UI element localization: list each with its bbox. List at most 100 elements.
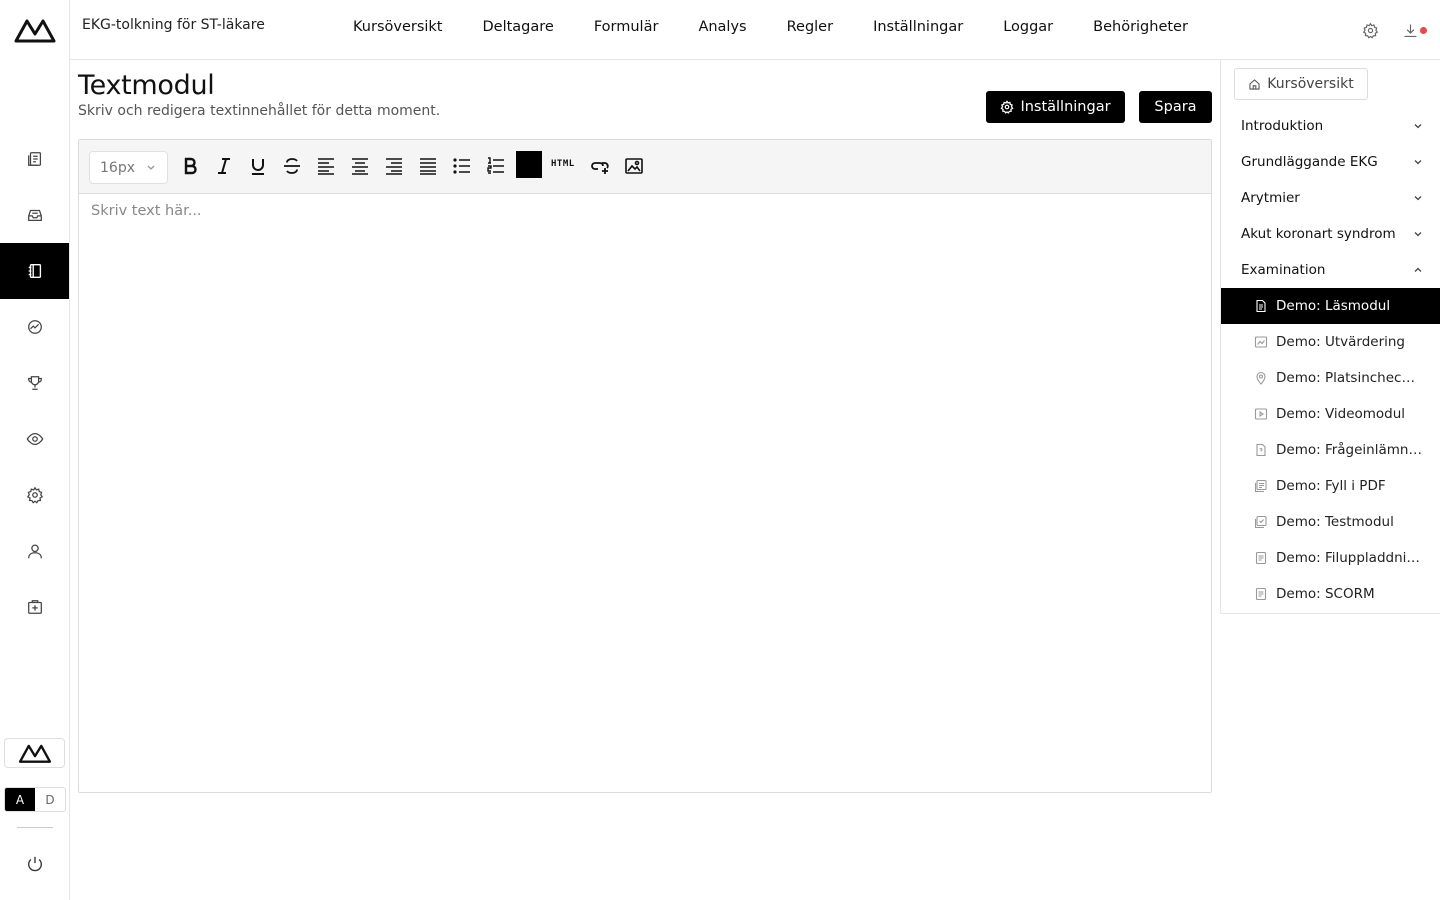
documents-icon <box>27 152 41 166</box>
module-item-filuppladdning[interactable]: Demo: Filuppladdning <box>1221 540 1440 576</box>
nav-analys[interactable]: Analys <box>698 19 746 35</box>
align-left-button[interactable] <box>314 154 338 178</box>
module-item-videomodul[interactable]: Demo: Videomodul <box>1221 396 1440 432</box>
nav-installningar[interactable]: Inställningar <box>873 19 963 35</box>
section-label: Examination <box>1241 262 1326 278</box>
align-right-button[interactable] <box>382 154 406 178</box>
module-item-testmodul[interactable]: Demo: Testmodul <box>1221 504 1440 540</box>
logout-button[interactable] <box>0 850 69 878</box>
module-label: Demo: Utvärdering <box>1276 334 1406 350</box>
numbered-list-button[interactable] <box>484 154 508 178</box>
align-right-icon <box>386 158 402 175</box>
image-button[interactable] <box>622 154 646 178</box>
align-center-icon <box>352 158 368 175</box>
module-item-platsincheckning[interactable]: Demo: Platsincheckning <box>1221 360 1440 396</box>
strikethrough-button[interactable] <box>280 154 304 178</box>
divider <box>17 827 53 828</box>
html-button[interactable]: HTML <box>551 159 575 169</box>
rail-documents[interactable] <box>0 131 69 187</box>
bold-button[interactable] <box>178 154 202 178</box>
rail-medical[interactable] <box>0 579 69 635</box>
gear-icon <box>26 486 43 504</box>
text-editor: 16px HTML Skriv text här... <box>78 139 1212 793</box>
module-label: Demo: Frågeinlämning <box>1276 442 1422 458</box>
settings-button[interactable]: Inställningar <box>986 91 1125 123</box>
course-overview-label: Kursöversikt <box>1267 76 1354 92</box>
nav-loggar[interactable]: Loggar <box>1003 19 1053 35</box>
module-label: Demo: Filuppladdning <box>1276 550 1422 566</box>
course-overview-button[interactable]: Kursöversikt <box>1234 68 1368 100</box>
module-item-scorm[interactable]: Demo: SCORM <box>1221 576 1440 612</box>
analytics-icon <box>27 320 42 334</box>
module-label: Demo: Testmodul <box>1276 514 1394 530</box>
font-size-select[interactable]: 16px <box>89 151 168 184</box>
rail-trophy[interactable] <box>0 355 69 411</box>
section-arytmier[interactable]: Arytmier <box>1221 180 1440 216</box>
save-button[interactable]: Spara <box>1139 91 1212 123</box>
settings-button-label: Inställningar <box>1020 99 1111 115</box>
rail-settings[interactable] <box>0 467 69 523</box>
app-logo-icon[interactable] <box>14 16 56 44</box>
page-title: Textmodul <box>78 70 215 101</box>
notebook-icon <box>28 264 41 278</box>
chevron-down-icon <box>147 165 155 170</box>
section-label: Introduktion <box>1241 118 1324 134</box>
text-color-picker[interactable] <box>516 151 542 178</box>
section-examination[interactable]: Examination <box>1221 252 1440 288</box>
toggle-option-a[interactable]: A <box>5 788 35 811</box>
nav-formular[interactable]: Formulär <box>594 19 659 35</box>
module-item-fyll-i-pdf[interactable]: Demo: Fyll i PDF <box>1221 468 1440 504</box>
link-button[interactable] <box>588 154 612 178</box>
video-icon <box>1254 407 1268 421</box>
module-label: Demo: SCORM <box>1276 586 1375 602</box>
nav-kursoversikt[interactable]: Kursöversikt <box>353 19 443 35</box>
notification-dot <box>1420 27 1427 34</box>
header-settings-button[interactable] <box>1360 20 1380 40</box>
section-introduktion[interactable]: Introduktion <box>1221 108 1440 144</box>
section-akut-koronart-syndrom[interactable]: Akut koronart syndrom <box>1221 216 1440 252</box>
module-label: Demo: Videomodul <box>1276 406 1406 422</box>
chevron-down-icon <box>1414 160 1422 165</box>
trophy-icon <box>27 376 42 390</box>
eye-icon <box>26 432 43 446</box>
medical-case-icon <box>27 600 42 614</box>
bold-icon <box>184 157 197 175</box>
test-icon <box>1254 515 1268 529</box>
justify-button[interactable] <box>416 154 440 178</box>
location-pin-icon <box>1254 371 1268 385</box>
rail-notebook[interactable] <box>0 243 69 299</box>
download-icon <box>1404 24 1416 37</box>
brand-badge[interactable] <box>4 738 65 768</box>
module-label: Demo: Platsincheckning <box>1276 370 1422 386</box>
italic-button[interactable] <box>212 154 236 178</box>
gear-icon <box>1000 100 1014 114</box>
image-icon <box>625 158 643 174</box>
left-rail: A D <box>0 0 70 900</box>
rail-analytics[interactable] <box>0 299 69 355</box>
numbered-list-icon <box>487 157 504 174</box>
rail-user[interactable] <box>0 523 69 579</box>
question-file-icon <box>1254 443 1268 457</box>
editor-content-placeholder[interactable]: Skriv text här... <box>91 203 202 219</box>
underline-button[interactable] <box>246 154 270 178</box>
link-icon <box>591 162 609 174</box>
nav-deltagare[interactable]: Deltagare <box>483 19 554 35</box>
module-item-lasmodul[interactable]: Demo: Läsmodul <box>1221 288 1440 324</box>
justify-icon <box>420 158 436 175</box>
section-grundlaggande-ekg[interactable]: Grundläggande EKG <box>1221 144 1440 180</box>
nav-regler[interactable]: Regler <box>787 19 833 35</box>
nav-behorigheter[interactable]: Behörigheter <box>1093 19 1188 35</box>
mode-toggle[interactable]: A D <box>4 787 66 812</box>
rail-inbox[interactable] <box>0 187 69 243</box>
header-download-button[interactable] <box>1400 20 1420 40</box>
chevron-up-icon <box>1414 267 1422 272</box>
user-icon <box>27 544 42 559</box>
pdf-icon <box>1254 479 1268 493</box>
rail-eye[interactable] <box>0 411 69 467</box>
toggle-option-d[interactable]: D <box>35 788 65 811</box>
align-center-button[interactable] <box>348 154 372 178</box>
module-item-utvardering[interactable]: Demo: Utvärdering <box>1221 324 1440 360</box>
bullet-list-button[interactable] <box>450 154 474 178</box>
module-item-fragainlamning[interactable]: Demo: Frågeinlämning <box>1221 432 1440 468</box>
top-header: EKG-tolkning för ST-läkare Kursöversikt … <box>70 0 1440 60</box>
